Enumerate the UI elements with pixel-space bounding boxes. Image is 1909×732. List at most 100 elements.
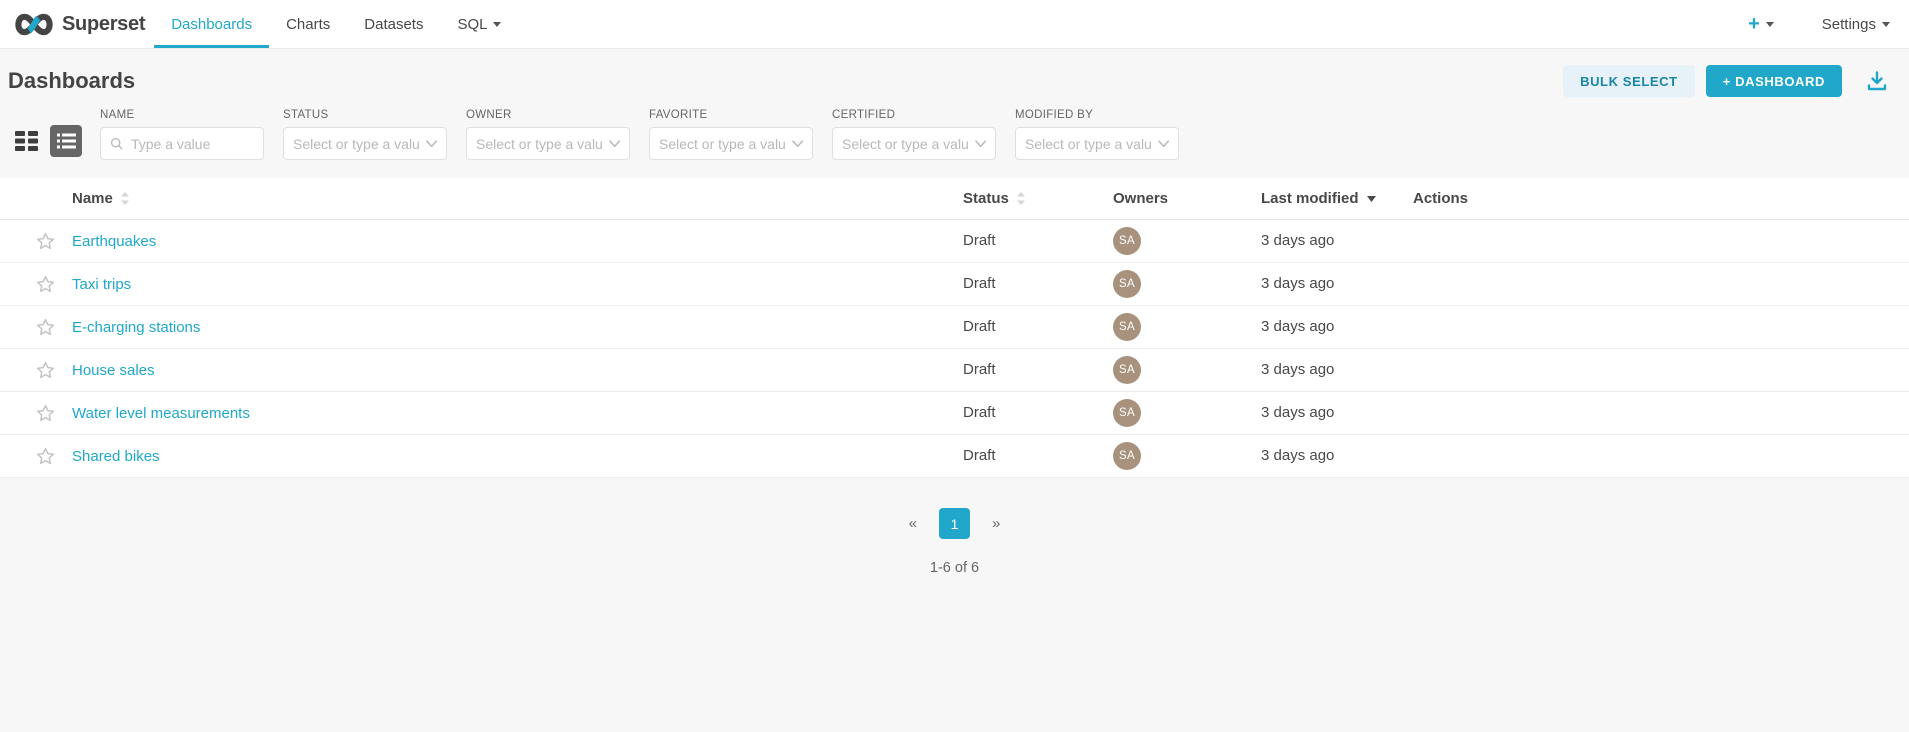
star-icon	[36, 361, 55, 379]
filter-select-control[interactable]: Select or type a value	[649, 127, 813, 160]
main-menu: Dashboards Charts Datasets SQL	[154, 0, 518, 48]
dashboard-link[interactable]: E-charging stations	[72, 319, 200, 336]
chevron-down-icon	[1882, 22, 1890, 27]
dashboard-link[interactable]: Earthquakes	[72, 233, 156, 250]
nav-item-label: Dashboards	[171, 16, 252, 33]
star-icon	[36, 275, 55, 293]
filter-select-placeholder: Select or type a value	[293, 136, 420, 152]
sort-desc-icon[interactable]	[1367, 196, 1376, 202]
list-view-icon	[57, 133, 76, 149]
last-modified-text: 3 days ago	[1261, 275, 1334, 292]
dashboard-link[interactable]: Taxi trips	[72, 276, 131, 293]
nav-item-label: SQL	[457, 16, 487, 33]
filter-label: STATUS	[283, 109, 447, 121]
search-icon	[110, 136, 123, 151]
chevron-down-icon	[1158, 140, 1169, 148]
favorite-star-button[interactable]	[36, 232, 55, 250]
chevron-down-icon	[493, 22, 501, 27]
nav-item-dashboards[interactable]: Dashboards	[154, 0, 269, 48]
owner-avatar[interactable]: SA	[1113, 227, 1141, 255]
last-modified-text: 3 days ago	[1261, 318, 1334, 335]
nav-item-charts[interactable]: Charts	[269, 0, 347, 48]
card-view-icon	[14, 130, 39, 152]
table-row: Earthquakes Draft SA 3 days ago	[0, 220, 1909, 263]
pagination-next[interactable]: »	[982, 515, 1010, 532]
status-text: Draft	[963, 318, 996, 335]
filters: NAME STATUS Select or type a value OWNER…	[100, 109, 1179, 160]
status-text: Draft	[963, 232, 996, 249]
filter-select-control[interactable]: Select or type a value	[283, 127, 447, 160]
column-header-name[interactable]: Name	[72, 190, 113, 207]
chevron-down-icon	[975, 140, 986, 148]
favorite-star-button[interactable]	[36, 404, 55, 422]
column-header-last-modified[interactable]: Last modified	[1261, 190, 1359, 207]
settings-menu[interactable]: Settings	[1822, 16, 1890, 33]
owner-avatar[interactable]: SA	[1113, 270, 1141, 298]
view-toggles	[14, 125, 82, 157]
owner-avatar[interactable]: SA	[1113, 356, 1141, 384]
favorite-star-button[interactable]	[36, 361, 55, 379]
filter-label: NAME	[100, 109, 264, 121]
nav-item-label: Charts	[286, 16, 330, 33]
table-row: Shared bikes Draft SA 3 days ago	[0, 435, 1909, 478]
filter-label: MODIFIED BY	[1015, 109, 1179, 121]
sort-neutral-icon[interactable]	[1017, 192, 1025, 205]
column-header-owners: Owners	[1113, 190, 1168, 207]
nav-item-sql[interactable]: SQL	[440, 0, 518, 48]
chevron-down-icon	[609, 140, 620, 148]
filter-select-placeholder: Select or type a value	[842, 136, 969, 152]
filter-search-control[interactable]	[100, 127, 264, 160]
table-row: House sales Draft SA 3 days ago	[0, 349, 1909, 392]
pagination: « 1 »	[0, 508, 1909, 539]
filter-select-control[interactable]: Select or type a value	[832, 127, 996, 160]
favorite-star-button[interactable]	[36, 447, 55, 465]
owner-avatar[interactable]: SA	[1113, 442, 1141, 470]
last-modified-text: 3 days ago	[1261, 361, 1334, 378]
nav-item-datasets[interactable]: Datasets	[347, 0, 440, 48]
brand-name: Superset	[62, 13, 145, 36]
status-text: Draft	[963, 404, 996, 421]
table-row: Taxi trips Draft SA 3 days ago	[0, 263, 1909, 306]
dashboard-link[interactable]: Water level measurements	[72, 405, 250, 422]
filter-select-control[interactable]: Select or type a value	[1015, 127, 1179, 160]
bulk-select-button[interactable]: BULK SELECT	[1563, 65, 1695, 97]
infinity-logo-icon	[13, 11, 55, 38]
owner-avatar[interactable]: SA	[1113, 399, 1141, 427]
nav-item-label: Datasets	[364, 16, 423, 33]
filter: MODIFIED BY Select or type a value	[1015, 109, 1179, 160]
filter: OWNER Select or type a value	[466, 109, 630, 160]
star-icon	[36, 232, 55, 250]
dashboard-link[interactable]: Shared bikes	[72, 448, 160, 465]
table-row: Water level measurements Draft SA 3 days…	[0, 392, 1909, 435]
table-header-row: Name Status Owners Last modified Actions	[0, 178, 1909, 220]
pagination-page-1[interactable]: 1	[939, 508, 970, 539]
filter-select-control[interactable]: Select or type a value	[466, 127, 630, 160]
new-dashboard-button[interactable]: + DASHBOARD	[1706, 65, 1842, 97]
dashboard-link[interactable]: House sales	[72, 362, 155, 379]
filter-search-input[interactable]	[129, 135, 254, 153]
last-modified-text: 3 days ago	[1261, 404, 1334, 421]
dashboards-table: Name Status Owners Last modified Actions	[0, 178, 1909, 478]
favorite-star-button[interactable]	[36, 275, 55, 293]
filter: NAME	[100, 109, 264, 160]
sort-neutral-icon[interactable]	[121, 192, 129, 205]
table-row: E-charging stations Draft SA 3 days ago	[0, 306, 1909, 349]
column-header-status[interactable]: Status	[963, 190, 1009, 207]
import-dashboards-button[interactable]	[1865, 69, 1889, 93]
chevron-down-icon	[1766, 22, 1774, 27]
nav-right: + Settings	[1748, 0, 1890, 48]
filter-select-placeholder: Select or type a value	[1025, 136, 1152, 152]
pagination-summary: 1-6 of 6	[0, 560, 1909, 576]
favorite-star-button[interactable]	[36, 318, 55, 336]
table-body: Earthquakes Draft SA 3 days ago Taxi tri…	[0, 220, 1909, 478]
new-item-menu[interactable]: +	[1748, 14, 1774, 34]
owner-avatar[interactable]: SA	[1113, 313, 1141, 341]
column-header-actions: Actions	[1413, 190, 1468, 207]
superset-logo[interactable]: Superset	[13, 0, 145, 48]
card-view-toggle[interactable]	[14, 130, 39, 152]
filter-bar: NAME STATUS Select or type a value OWNER…	[0, 103, 1909, 178]
pagination-prev[interactable]: «	[899, 515, 927, 532]
list-view-toggle[interactable]	[50, 125, 82, 157]
filter: CERTIFIED Select or type a value	[832, 109, 996, 160]
star-icon	[36, 447, 55, 465]
